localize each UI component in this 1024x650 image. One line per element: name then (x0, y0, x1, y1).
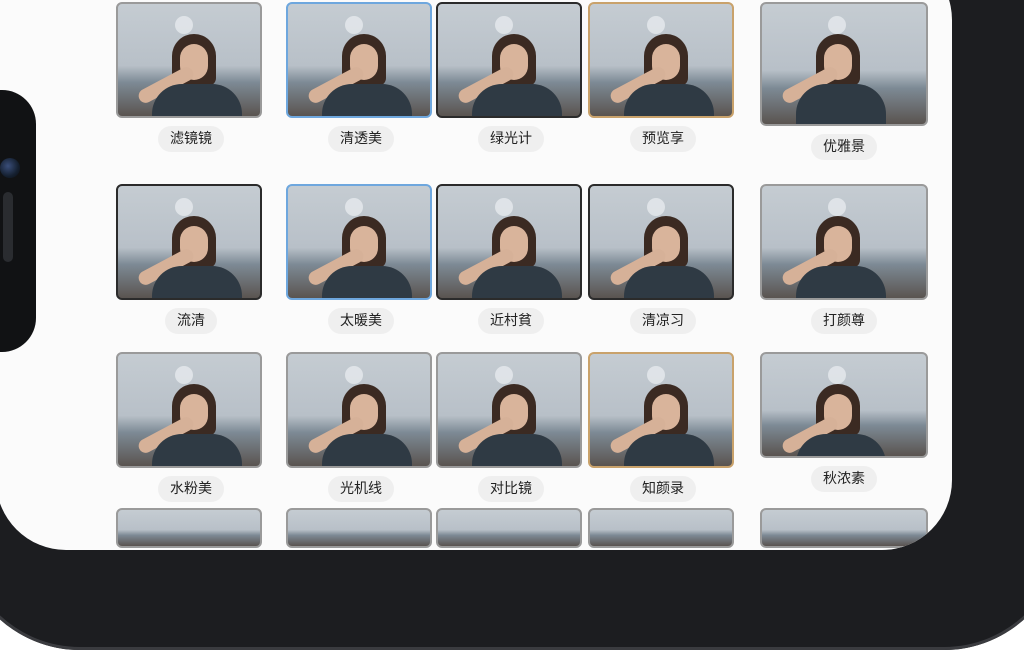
filter-tile[interactable] (286, 508, 436, 548)
filter-thumbnail[interactable] (436, 352, 582, 468)
filter-tile[interactable]: 太暖美 (286, 184, 436, 334)
speaker-grille (3, 192, 13, 262)
filter-thumbnail[interactable] (436, 184, 582, 300)
filter-thumbnail[interactable] (286, 352, 432, 468)
filter-label: 知颜录 (630, 476, 696, 502)
camera-icon (0, 158, 20, 178)
filter-thumbnail[interactable] (760, 184, 928, 300)
filter-thumbnail[interactable] (760, 352, 928, 458)
filter-tile[interactable] (588, 508, 738, 548)
filter-tile[interactable]: 对比镜 (436, 352, 586, 502)
filter-thumbnail[interactable] (588, 352, 734, 468)
filter-tile[interactable]: 流清 (116, 184, 266, 334)
filter-tile[interactable] (760, 508, 928, 548)
filter-label: 对比镜 (478, 476, 544, 502)
filter-thumbnail[interactable] (760, 2, 928, 126)
filter-label: 近村貧 (478, 308, 544, 334)
filter-thumbnail[interactable] (436, 2, 582, 118)
filter-tile[interactable]: 知颜录 (588, 352, 738, 502)
filter-tile[interactable]: 近村貧 (436, 184, 586, 334)
filter-thumbnail[interactable] (116, 352, 262, 468)
filter-thumbnail[interactable] (588, 184, 734, 300)
filter-tile[interactable] (116, 508, 266, 548)
filter-tile[interactable] (436, 508, 586, 548)
filter-thumbnail[interactable] (286, 184, 432, 300)
filter-thumbnail[interactable] (588, 508, 734, 548)
filter-thumbnail[interactable] (286, 2, 432, 118)
filter-tile[interactable]: 清透美 (286, 2, 436, 152)
filter-label: 预览享 (630, 126, 696, 152)
phone-screen: ☰ ▮▮▮ 滤镜镜 清透美 绿光计 预览享 优雅景 (0, 0, 952, 550)
filter-tile[interactable]: 光机线 (286, 352, 436, 502)
filter-tile[interactable]: 打颜尊 (760, 184, 928, 334)
filter-label: 水粉美 (158, 476, 224, 502)
filter-tile[interactable]: 水粉美 (116, 352, 266, 502)
filter-tile[interactable]: 秋浓素 (760, 352, 928, 492)
filter-label: 清凉习 (630, 308, 696, 334)
filter-thumbnail[interactable] (116, 2, 262, 118)
filter-thumbnail[interactable] (588, 2, 734, 118)
filter-label: 光机线 (328, 476, 394, 502)
filter-thumbnail[interactable] (116, 508, 262, 548)
filter-label: 滤镜镜 (158, 126, 224, 152)
filter-label: 打颜尊 (811, 308, 877, 334)
filter-tile[interactable]: 预览享 (588, 2, 738, 152)
filter-label: 清透美 (328, 126, 394, 152)
phone-frame: ☰ ▮▮▮ 滤镜镜 清透美 绿光计 预览享 优雅景 (0, 0, 1024, 650)
filter-thumbnail[interactable] (760, 508, 928, 548)
filter-thumbnail[interactable] (436, 508, 582, 548)
filter-thumbnail[interactable] (286, 508, 432, 548)
filter-tile[interactable]: 优雅景 (760, 2, 928, 160)
filter-label: 太暖美 (328, 308, 394, 334)
filter-tile[interactable]: 绿光计 (436, 2, 586, 152)
filter-label: 秋浓素 (811, 466, 877, 492)
filter-tile[interactable]: 滤镜镜 (116, 2, 266, 152)
filter-label: 流清 (165, 308, 217, 334)
filter-label: 优雅景 (811, 134, 877, 160)
filter-thumbnail[interactable] (116, 184, 262, 300)
filter-tile[interactable]: 清凉习 (588, 184, 738, 334)
filter-label: 绿光计 (478, 126, 544, 152)
